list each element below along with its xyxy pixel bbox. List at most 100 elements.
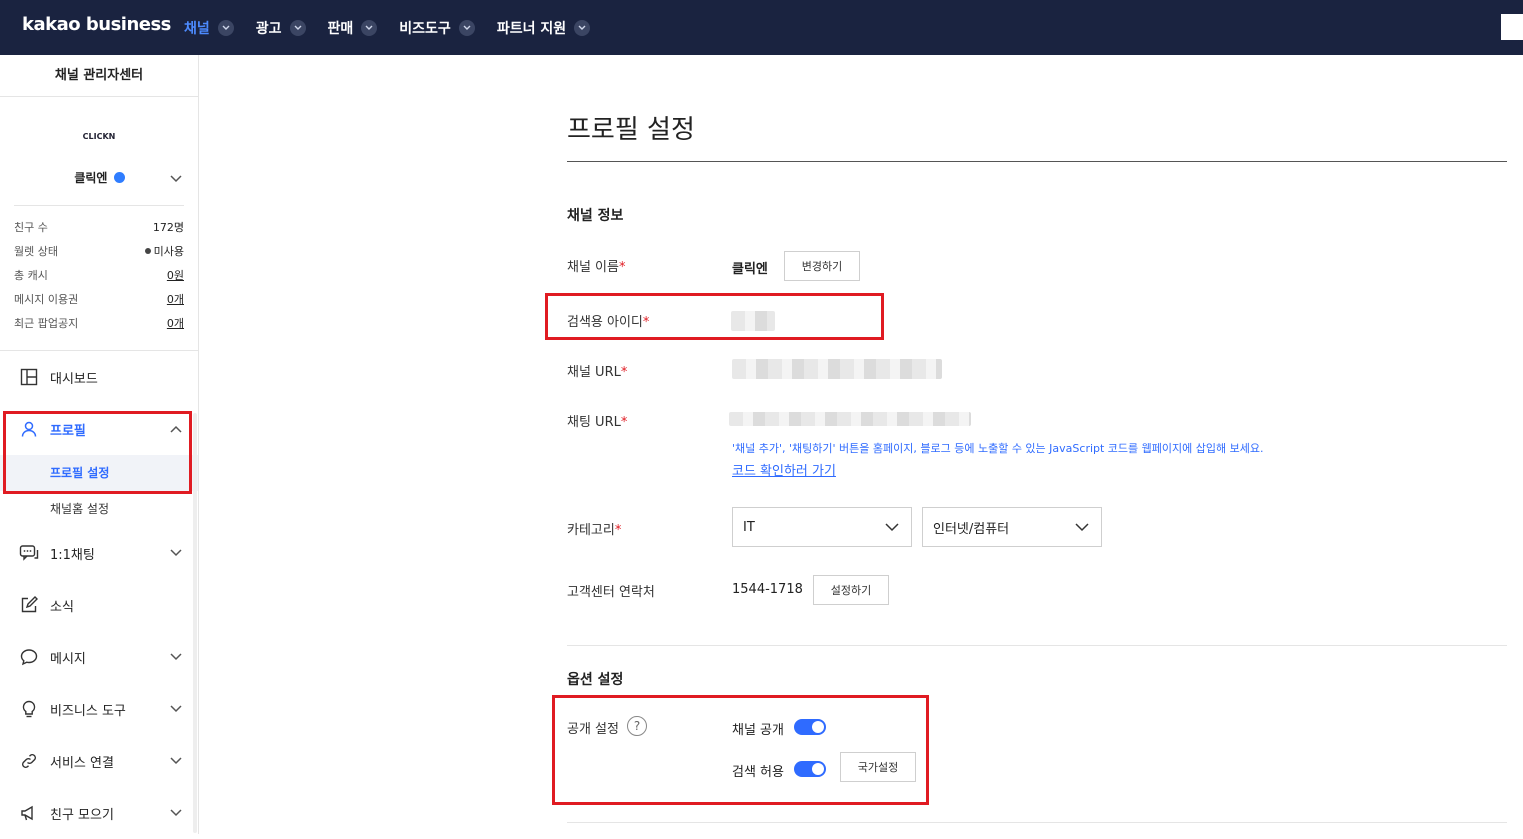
- top-nav-channel[interactable]: 채널: [184, 18, 234, 38]
- stat-value-text: 미사용: [153, 245, 184, 258]
- megaphone-icon: [18, 802, 40, 824]
- stat-wallet: 월렛 상태 미사용: [14, 240, 184, 264]
- sidebar-item-biz-tools[interactable]: 비즈니스 도구: [0, 683, 198, 735]
- top-nav-sales[interactable]: 판매: [328, 18, 378, 38]
- top-nav-label: 파트너 지원: [496, 20, 567, 37]
- sidebar-item-label: 친구 모으기: [50, 807, 114, 823]
- required-mark: *: [620, 415, 628, 430]
- sidebar-item-label: 서비스 연결: [50, 755, 114, 771]
- section-divider: [567, 645, 1507, 646]
- top-navigation-bar: kakao business 채널 광고 판매 비즈도구 파트너 지원: [0, 0, 1523, 55]
- dashboard-icon: [18, 366, 40, 388]
- channel-name-value: 클릭엔: [732, 262, 768, 277]
- highlight-box-profile: [3, 411, 192, 494]
- link-icon: [18, 750, 40, 772]
- sidebar-item-friends[interactable]: 친구 모으기: [0, 787, 198, 839]
- channel-profile: CLICKN 클릭엔: [0, 97, 198, 205]
- required-mark: *: [618, 260, 626, 275]
- sidebar-item-dashboard[interactable]: 대시보드: [0, 351, 198, 403]
- chevron-down-icon[interactable]: [170, 168, 182, 187]
- stat-label: 최근 팝업공지: [14, 317, 79, 330]
- top-nav-label: 광고: [255, 20, 282, 37]
- chevron-down-icon: [885, 521, 899, 536]
- chevron-down-icon: [170, 754, 182, 769]
- verified-badge-icon: [113, 172, 125, 183]
- label-text: 채널 이름: [567, 260, 619, 275]
- highlight-box-visibility: [552, 695, 929, 805]
- stat-value: 미사용: [144, 240, 184, 264]
- stat-popup-notice: 최근 팝업공지 0개: [14, 312, 184, 336]
- section-divider: [567, 822, 1507, 823]
- top-nav-label: 판매: [327, 20, 354, 37]
- sidebar-item-label: 소식: [50, 599, 74, 615]
- stat-value: 172명: [152, 221, 184, 234]
- select-value: 인터넷/컴퓨터: [933, 521, 1010, 537]
- required-mark: *: [620, 365, 628, 380]
- speech-bubble-icon: [18, 646, 40, 668]
- kakao-business-logo[interactable]: kakao business: [22, 14, 171, 35]
- category-label: 카테고리*: [567, 519, 621, 538]
- required-mark: *: [614, 523, 622, 538]
- contact-label: 고객센터 연락처: [567, 585, 655, 600]
- top-nav-biz-tools[interactable]: 비즈도구: [399, 18, 475, 38]
- sidebar-item-chat[interactable]: 1:1채팅: [0, 527, 198, 579]
- title-divider: [567, 161, 1507, 162]
- contact-value: 1544-1718: [732, 582, 803, 597]
- chevron-down-icon: [170, 546, 182, 561]
- stat-message-voucher: 메시지 이용권 0개: [14, 288, 184, 312]
- chevron-down-icon: [458, 19, 475, 36]
- section-title-channel-info: 채널 정보: [567, 208, 624, 224]
- sidebar-item-service-link[interactable]: 서비스 연결: [0, 735, 198, 787]
- chevron-down-icon: [1075, 521, 1089, 536]
- stat-friends: 친구 수 172명: [14, 216, 184, 240]
- label-text: 채팅 URL: [567, 415, 621, 430]
- sidebar-scrollbar[interactable]: [193, 413, 197, 833]
- highlight-box-search-id: [545, 293, 884, 340]
- top-nav-partner[interactable]: 파트너 지원: [496, 18, 591, 38]
- stat-value-link[interactable]: 0개: [167, 288, 184, 312]
- stat-label: 월렛 상태: [14, 245, 58, 258]
- chevron-down-icon: [170, 702, 182, 717]
- label-text: 채널 URL: [567, 365, 621, 380]
- channel-stats: 친구 수 172명 월렛 상태 미사용 총 캐시 0원 메시지 이용권 0개 최근 팝업…: [14, 205, 184, 350]
- stat-cash: 총 캐시 0원: [14, 264, 184, 288]
- chevron-down-icon: [574, 19, 591, 36]
- sidebar-item-news[interactable]: 소식: [0, 579, 198, 631]
- stat-value-link[interactable]: 0원: [167, 264, 184, 288]
- category-select-secondary[interactable]: 인터넷/컴퓨터: [922, 507, 1102, 547]
- top-nav-label: 채널: [184, 20, 210, 37]
- sidebar-item-message[interactable]: 메시지: [0, 631, 198, 683]
- section-title-options: 옵션 설정: [567, 672, 624, 688]
- view-code-link[interactable]: 코드 확인하러 가기: [732, 460, 836, 479]
- change-name-button[interactable]: 변경하기: [784, 251, 860, 281]
- topbar-account-box[interactable]: [1501, 14, 1523, 40]
- stat-value-link[interactable]: 0개: [167, 312, 184, 336]
- stat-label: 총 캐시: [14, 269, 48, 282]
- sidebar-item-label: 1:1채팅: [50, 547, 95, 563]
- channel-url-label: 채널 URL*: [567, 361, 627, 380]
- chevron-down-icon: [170, 806, 182, 821]
- page-title: 프로필 설정: [567, 115, 695, 145]
- top-nav-ads[interactable]: 광고: [256, 18, 306, 38]
- sidebar-item-label: 메시지: [50, 651, 86, 667]
- channel-name-label: 채널 이름*: [567, 256, 625, 275]
- edit-icon: [18, 594, 40, 616]
- top-nav-label: 비즈도구: [399, 20, 451, 37]
- sidebar-item-label: 비즈니스 도구: [50, 703, 126, 719]
- chevron-down-icon: [361, 19, 378, 36]
- javascript-hint: '채널 추가', '채팅하기' 버튼을 홈페이지, 블로그 등에 노출할 수 있…: [732, 442, 1264, 455]
- chevron-down-icon: [289, 19, 306, 36]
- top-nav: 채널 광고 판매 비즈도구 파트너 지원: [184, 0, 612, 55]
- sidebar-title: 채널 관리자센터: [0, 55, 198, 97]
- chat-icon: [18, 542, 40, 564]
- chevron-down-icon: [217, 19, 234, 36]
- category-select-primary[interactable]: IT: [732, 507, 912, 547]
- select-value: IT: [743, 519, 755, 535]
- status-dot-icon: [144, 248, 151, 254]
- lightbulb-icon: [18, 698, 40, 720]
- sidebar-item-label: 대시보드: [50, 371, 98, 387]
- set-contact-button[interactable]: 설정하기: [813, 575, 889, 605]
- channel-name-text: 클릭엔: [74, 171, 108, 185]
- chat-url-value-blurred: [729, 412, 971, 426]
- sidebar-subitem-channel-home[interactable]: 채널홈 설정: [0, 491, 198, 527]
